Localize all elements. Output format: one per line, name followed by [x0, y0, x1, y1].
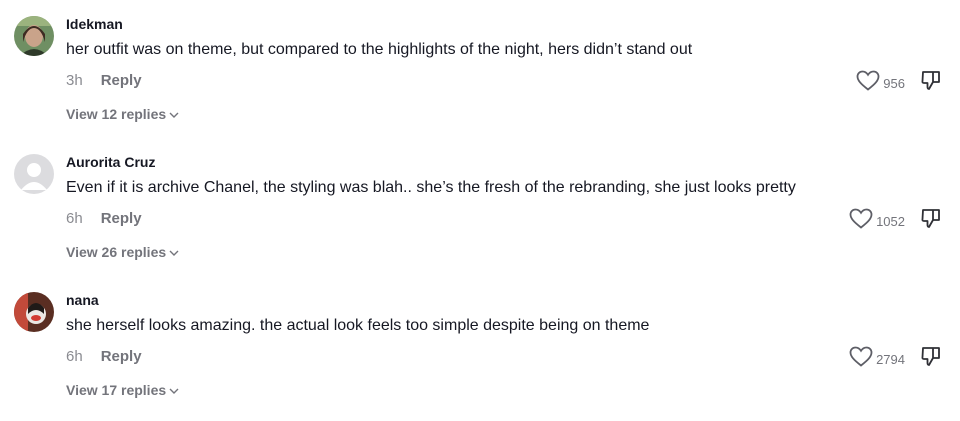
user-photo-icon — [14, 292, 54, 332]
like-button[interactable]: 1052 — [849, 208, 905, 234]
comment-text: Even if it is archive Chanel, the stylin… — [66, 179, 796, 196]
comment-time: 6h — [66, 348, 83, 365]
like-button[interactable]: 956 — [856, 70, 905, 96]
reply-button[interactable]: Reply — [101, 210, 142, 227]
like-button[interactable]: 2794 — [849, 346, 905, 372]
like-count: 956 — [883, 75, 905, 91]
avatar[interactable] — [14, 16, 54, 56]
chevron-down-icon — [169, 244, 179, 260]
heart-outline-icon — [856, 70, 880, 96]
view-replies-label: View 17 replies — [66, 382, 167, 398]
comment-text: her outfit was on theme, but compared to… — [66, 41, 693, 58]
avatar[interactable] — [14, 292, 54, 332]
thumbs-down-icon[interactable] — [920, 69, 942, 91]
thumbs-down-icon[interactable] — [920, 345, 942, 367]
comment-item: Aurorita Cruz Even if it is archive Chan… — [0, 138, 960, 276]
comment-item: Idekman her outfit was on theme, but com… — [0, 0, 960, 138]
view-replies-button[interactable]: View 17 replies — [66, 382, 179, 398]
view-replies-button[interactable]: View 12 replies — [66, 106, 179, 122]
default-avatar-icon — [14, 154, 54, 194]
reply-button[interactable]: Reply — [101, 348, 142, 365]
reply-button[interactable]: Reply — [101, 72, 142, 89]
username[interactable]: Aurorita Cruz — [66, 154, 155, 170]
comment-meta: 6h Reply — [66, 210, 142, 227]
comment-time: 3h — [66, 72, 83, 89]
chevron-down-icon — [169, 382, 179, 398]
thumbs-down-icon[interactable] — [920, 207, 942, 229]
like-count: 1052 — [876, 213, 905, 229]
comment-time: 6h — [66, 210, 83, 227]
heart-outline-icon — [849, 208, 873, 234]
view-replies-label: View 12 replies — [66, 106, 167, 122]
chevron-down-icon — [169, 106, 179, 122]
comment-meta: 3h Reply — [66, 72, 142, 89]
comment-meta: 6h Reply — [66, 348, 142, 365]
view-replies-button[interactable]: View 26 replies — [66, 244, 179, 260]
comment-text: she herself looks amazing. the actual lo… — [66, 317, 650, 334]
like-count: 2794 — [876, 351, 905, 367]
username[interactable]: Idekman — [66, 16, 123, 32]
user-photo-icon — [14, 16, 54, 56]
username[interactable]: nana — [66, 292, 99, 308]
comment-item: nana she herself looks amazing. the actu… — [0, 276, 960, 414]
heart-outline-icon — [849, 346, 873, 372]
avatar[interactable] — [14, 154, 54, 194]
view-replies-label: View 26 replies — [66, 244, 167, 260]
